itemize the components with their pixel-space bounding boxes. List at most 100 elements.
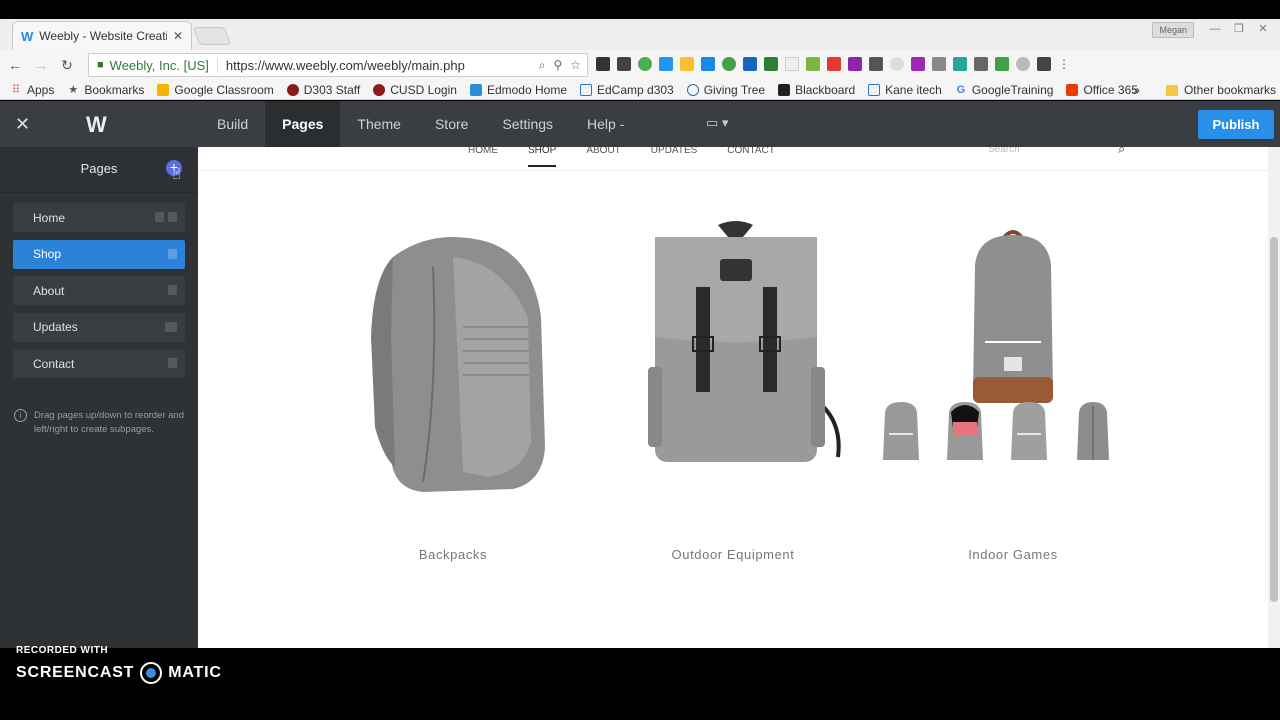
bookmark-item[interactable]: Google Classroom — [157, 83, 274, 97]
bookmark-item[interactable]: Kane itech — [868, 83, 942, 97]
extension-icon[interactable] — [827, 57, 841, 71]
pages-sidebar: Pages + ☝ Home Shop About Updates Contac… — [0, 147, 198, 648]
close-tab-icon[interactable]: ✕ — [173, 29, 183, 43]
category-caption[interactable]: Backpacks — [313, 547, 593, 562]
pin-icon[interactable]: ⚲ — [553, 58, 562, 73]
browser-toolbar: ← → ↻ ■ Weebly, Inc. [US] https://www.we… — [0, 50, 1280, 80]
extension-icon[interactable] — [617, 57, 631, 71]
bookmark-item[interactable]: CUSD Login — [373, 83, 457, 97]
extension-icon[interactable] — [701, 57, 715, 71]
bookmark-item[interactable]: ⠿ Apps — [10, 83, 54, 97]
page-item-about[interactable]: About — [13, 276, 185, 305]
category-backpacks[interactable]: Backpacks — [313, 217, 593, 562]
reorder-hint: i Drag pages up/down to reorder and left… — [14, 409, 194, 437]
site-nav-shop[interactable]: SHOP — [528, 147, 557, 169]
close-window-icon[interactable]: ✕ — [1252, 21, 1274, 37]
site-preview: HOME SHOP ABOUT UPDATES CONTACT Search ⌕ — [198, 147, 1268, 648]
bookmark-item[interactable]: D303 Staff — [286, 83, 360, 97]
extension-icon[interactable] — [974, 57, 988, 71]
extension-icon[interactable] — [659, 57, 673, 71]
tab-help[interactable]: Help - — [570, 101, 641, 147]
page-icon — [168, 285, 177, 295]
bookmark-item[interactable]: Blackboard — [778, 83, 855, 97]
page-list: Home Shop About Updates Contact — [13, 203, 185, 386]
page-icon — [168, 248, 177, 259]
bookmark-item[interactable]: ★ Bookmarks — [67, 83, 144, 97]
extension-icon[interactable] — [953, 57, 967, 71]
extension-icon[interactable] — [785, 57, 799, 71]
extension-icon[interactable] — [764, 57, 778, 71]
site-nav-contact[interactable]: CONTACT — [727, 147, 775, 169]
site-identity[interactable]: Weebly, Inc. [US] — [110, 57, 218, 73]
tab-pages[interactable]: Pages — [265, 101, 341, 147]
bookmark-item[interactable]: G GoogleTraining — [955, 83, 1054, 97]
category-caption[interactable]: Outdoor Equipment — [593, 547, 873, 562]
category-indoor-games[interactable]: Indoor Games — [873, 217, 1153, 562]
device-preview-icon[interactable]: ▭ ▾ — [706, 115, 728, 131]
extension-icon[interactable] — [890, 57, 904, 71]
rucksack-image — [593, 217, 873, 527]
extension-icon[interactable] — [848, 57, 862, 71]
back-arrow-icon[interactable]: ← — [4, 57, 26, 73]
category-caption[interactable]: Indoor Games — [873, 547, 1153, 562]
site-search-input[interactable]: Search — [988, 147, 1020, 155]
site-nav-home[interactable]: HOME — [468, 147, 498, 169]
extension-icon[interactable] — [596, 57, 610, 71]
url-text[interactable]: https://www.weebly.com/weebly/main.php — [218, 58, 539, 73]
extension-icon[interactable] — [932, 57, 946, 71]
profile-button[interactable]: Megan — [1152, 22, 1194, 38]
lock-icon: ■ — [97, 59, 104, 71]
publish-button[interactable]: Publish — [1198, 110, 1274, 139]
bookmark-item[interactable]: EdCamp d303 — [580, 83, 674, 97]
bookmark-star-icon[interactable]: ☆ — [570, 58, 581, 73]
extension-icon[interactable] — [995, 57, 1009, 71]
forward-arrow-icon[interactable]: → — [30, 57, 52, 73]
extension-icon[interactable] — [806, 57, 820, 71]
extension-icon[interactable] — [722, 57, 736, 71]
page-item-updates[interactable]: Updates — [13, 312, 185, 342]
site-nav-updates[interactable]: UPDATES — [651, 147, 698, 169]
more-bookmarks-icon[interactable]: » — [1133, 83, 1140, 97]
new-tab-button[interactable] — [192, 27, 232, 45]
tab-build[interactable]: Build — [200, 101, 265, 147]
page-item-shop[interactable]: Shop — [13, 239, 185, 269]
blackboard-icon — [778, 83, 791, 96]
chrome-menu-icon[interactable]: ⋮ — [1058, 57, 1072, 71]
site-nav-about[interactable]: ABOUT — [586, 147, 620, 169]
extension-icon[interactable] — [1016, 57, 1030, 71]
weebly-logo-icon[interactable]: W — [86, 112, 107, 138]
mouse-cursor-icon: ☝ — [172, 166, 182, 183]
address-bar[interactable]: ■ Weebly, Inc. [US] https://www.weebly.c… — [88, 53, 588, 77]
bookmark-item[interactable]: Giving Tree — [686, 83, 765, 97]
zoom-icon[interactable]: ⌕ — [539, 58, 546, 73]
extension-icon[interactable] — [911, 57, 925, 71]
canvas-scrollbar[interactable] — [1268, 147, 1280, 648]
tab-theme[interactable]: Theme — [340, 101, 418, 147]
tab-store[interactable]: Store — [418, 101, 485, 147]
minimize-icon[interactable]: — — [1204, 21, 1226, 37]
folder-icon — [1165, 84, 1178, 96]
extension-icon[interactable] — [638, 57, 652, 71]
extensions: ⋮ — [596, 57, 1072, 71]
page-item-contact[interactable]: Contact — [13, 349, 185, 378]
page-icon — [868, 83, 881, 96]
tab-settings[interactable]: Settings — [485, 101, 570, 147]
search-icon[interactable]: ⌕ — [1118, 147, 1125, 157]
page-item-home[interactable]: Home — [13, 203, 185, 232]
bookmark-item[interactable]: Edmodo Home — [469, 83, 567, 97]
watermark-caption: RECORDED WITH — [16, 645, 109, 656]
reload-icon[interactable]: ↻ — [56, 57, 78, 74]
other-bookmarks[interactable]: Other bookmarks — [1184, 83, 1276, 97]
category-outdoor-equipment[interactable]: Outdoor Equipment — [593, 217, 873, 562]
bookmark-item[interactable]: Office 365 — [1066, 83, 1138, 97]
extension-icon[interactable] — [743, 57, 757, 71]
extension-icon[interactable] — [869, 57, 883, 71]
pocket-icon[interactable] — [1037, 57, 1051, 71]
close-editor-icon[interactable]: ✕ — [15, 114, 30, 135]
window-controls: — ❐ ✕ — [1204, 21, 1274, 37]
scrollbar-thumb[interactable] — [1270, 237, 1278, 602]
browser-tab[interactable]: W Weebly - Website Creati ✕ — [12, 21, 192, 50]
extension-icon[interactable] — [680, 57, 694, 71]
maximize-icon[interactable]: ❐ — [1228, 21, 1250, 37]
page-icon — [580, 83, 592, 96]
